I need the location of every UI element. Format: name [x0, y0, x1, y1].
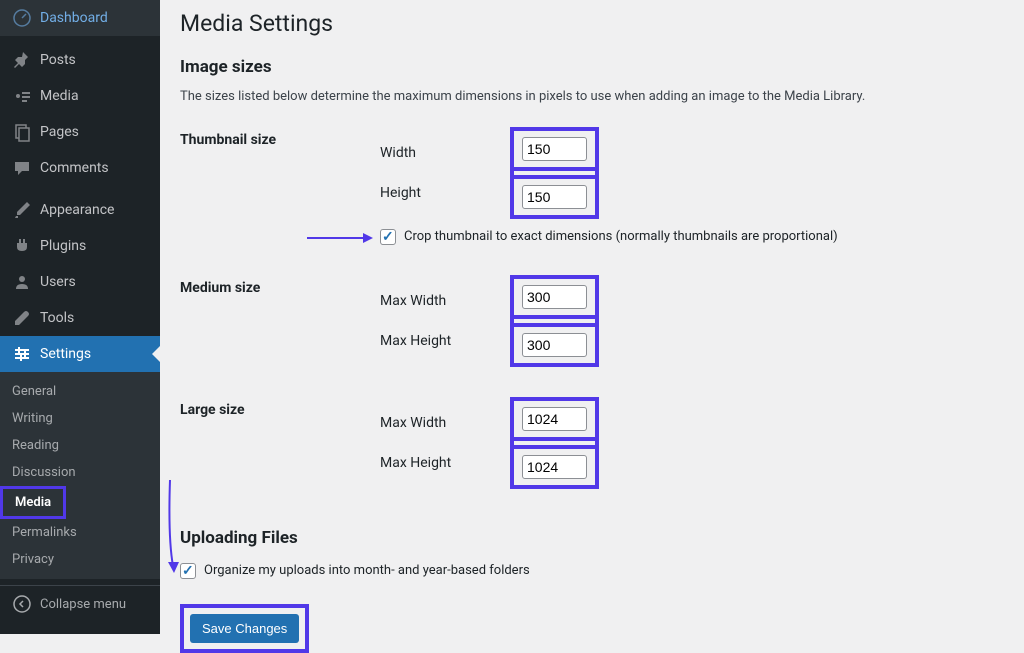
medium-width-label: Max Width [380, 293, 510, 309]
submenu-general[interactable]: General [0, 378, 160, 405]
medium-height-label: Max Height [380, 333, 510, 349]
image-sizes-heading: Image sizes [180, 57, 1004, 77]
submenu-media[interactable]: Media [0, 486, 66, 519]
thumbnail-width-label: Width [380, 145, 510, 161]
thumbnail-width-input[interactable] [522, 137, 587, 161]
large-width-label: Max Width [380, 415, 510, 431]
collapse-label: Collapse menu [40, 597, 126, 612]
dashboard-icon [12, 8, 32, 28]
medium-row: Medium size Max Width Max Height [180, 275, 1004, 381]
menu-label: Dashboard [40, 10, 108, 26]
medium-height-input[interactable] [522, 333, 587, 357]
submenu-permalinks[interactable]: Permalinks [0, 519, 160, 546]
crop-checkbox-row: Crop thumbnail to exact dimensions (norm… [380, 229, 1004, 245]
brush-icon [12, 200, 32, 220]
medium-width-input[interactable] [522, 285, 587, 309]
highlight-annotation [510, 437, 599, 489]
organize-checkbox-label: Organize my uploads into month- and year… [204, 563, 530, 578]
arrow-annotation-icon [305, 231, 375, 245]
thumbnail-label: Thumbnail size [180, 127, 380, 148]
menu-label: Tools [40, 310, 74, 326]
uploading-files-heading: Uploading Files [180, 528, 1004, 548]
large-height-input[interactable] [522, 455, 587, 479]
thumbnail-row: Thumbnail size Width Height [180, 127, 1004, 245]
submenu-privacy[interactable]: Privacy [0, 546, 160, 573]
large-row: Large size Max Width Max Height [180, 397, 1004, 503]
menu-label: Plugins [40, 238, 86, 254]
plug-icon [12, 236, 32, 256]
pin-icon [12, 50, 32, 70]
main-content: Media Settings Image sizes The sizes lis… [160, 0, 1024, 634]
submenu-reading[interactable]: Reading [0, 432, 160, 459]
medium-label: Medium size [180, 275, 380, 296]
highlight-annotation [510, 315, 599, 367]
large-height-label: Max Height [380, 455, 510, 471]
menu-label: Comments [40, 160, 109, 176]
organize-checkbox-row: Organize my uploads into month- and year… [180, 563, 1004, 579]
menu-label: Media [40, 88, 79, 104]
menu-settings[interactable]: Settings [0, 336, 160, 372]
menu-pages[interactable]: Pages [0, 114, 160, 150]
large-width-input[interactable] [522, 407, 587, 431]
admin-sidebar: Dashboard Posts Media Pages Comments App… [0, 0, 160, 634]
collapse-icon [12, 594, 32, 614]
settings-icon [12, 344, 32, 364]
submenu-writing[interactable]: Writing [0, 405, 160, 432]
save-changes-button[interactable]: Save Changes [190, 614, 299, 643]
menu-label: Pages [40, 124, 79, 140]
menu-comments[interactable]: Comments [0, 150, 160, 186]
crop-checkbox-label: Crop thumbnail to exact dimensions (norm… [404, 229, 838, 244]
menu-label: Users [40, 274, 76, 290]
menu-media[interactable]: Media [0, 78, 160, 114]
crop-checkbox[interactable] [380, 229, 396, 245]
large-label: Large size [180, 397, 380, 418]
wrench-icon [12, 308, 32, 328]
media-icon [12, 86, 32, 106]
menu-users[interactable]: Users [0, 264, 160, 300]
thumbnail-height-label: Height [380, 185, 510, 201]
menu-plugins[interactable]: Plugins [0, 228, 160, 264]
collapse-menu[interactable]: Collapse menu [0, 585, 160, 622]
settings-submenu: General Writing Reading Discussion Media… [0, 372, 160, 579]
menu-label: Posts [40, 52, 76, 68]
comment-icon [12, 158, 32, 178]
menu-label: Appearance [40, 202, 114, 218]
menu-dashboard[interactable]: Dashboard [0, 0, 160, 36]
pages-icon [12, 122, 32, 142]
user-icon [12, 272, 32, 292]
page-title: Media Settings [180, 10, 1004, 37]
menu-label: Settings [40, 346, 91, 362]
highlight-annotation [510, 167, 599, 219]
organize-checkbox[interactable] [180, 563, 196, 579]
menu-appearance[interactable]: Appearance [0, 192, 160, 228]
submenu-discussion[interactable]: Discussion [0, 459, 160, 486]
thumbnail-height-input[interactable] [522, 185, 587, 209]
menu-posts[interactable]: Posts [0, 42, 160, 78]
menu-tools[interactable]: Tools [0, 300, 160, 336]
highlight-annotation: Save Changes [180, 604, 309, 653]
description-text: The sizes listed below determine the max… [180, 87, 1004, 107]
